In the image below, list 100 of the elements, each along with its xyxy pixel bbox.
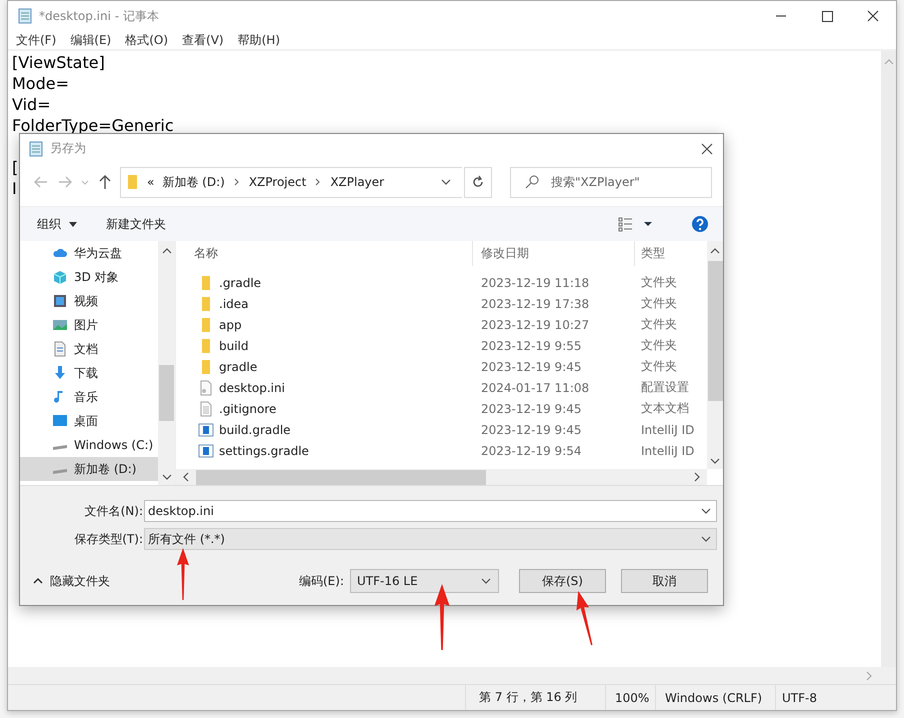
help-icon[interactable] <box>691 215 709 233</box>
scroll-thumb[interactable] <box>708 261 722 401</box>
breadcrumb-item[interactable]: 新加卷 (D:) <box>162 174 225 190</box>
modified-date: 2023-12-19 10:27 <box>480 318 590 332</box>
file-type: IntelliJ ID <box>640 422 696 436</box>
modified-date: 2023-12-19 17:38 <box>480 296 590 310</box>
search-icon <box>524 174 540 190</box>
status-text: UTF-8 <box>781 690 818 706</box>
file-name[interactable]: build.gradle <box>219 422 291 436</box>
chevron-icon <box>232 177 241 187</box>
file-type: IntelliJ ID <box>640 444 696 458</box>
new-folder-button[interactable]: 新建文件夹 <box>106 216 166 232</box>
modified-date: 2024-01-17 11:08 <box>480 380 590 394</box>
drive-icon <box>53 445 67 450</box>
scrollbar[interactable] <box>881 51 896 667</box>
modified-date: 2023-12-19 9:54 <box>480 444 582 458</box>
sidebar-item[interactable]: 图片 <box>20 313 158 337</box>
encoding-dropdown[interactable]: UTF-16 LE <box>350 569 499 593</box>
file-type-dropdown[interactable]: 所有文件 (*.*) <box>144 528 717 550</box>
file-name[interactable]: build <box>219 338 249 352</box>
desktop-icon <box>52 413 68 429</box>
scroll-thumb[interactable] <box>159 365 174 421</box>
cube-icon <box>52 269 68 285</box>
column-header[interactable]: 修改日期 <box>473 241 635 266</box>
breadcrumb-item[interactable]: XZProject <box>248 175 306 189</box>
chevron-up-icon <box>32 576 44 586</box>
file-name[interactable]: app <box>219 318 242 332</box>
file-type: 文本文档 <box>640 400 690 417</box>
modified-date: 2023-12-19 9:45 <box>480 360 582 374</box>
scroll-thumb[interactable] <box>196 470 486 484</box>
gradle-file-icon <box>198 442 214 458</box>
sidebar-item[interactable]: 华为云盘 <box>20 241 158 265</box>
sidebar-item[interactable]: 3D 对象 <box>20 265 158 289</box>
file-name[interactable]: gradle <box>219 360 258 374</box>
hide-folders-button[interactable]: 隐藏文件夹 <box>32 572 110 590</box>
sidebar-item[interactable]: 新加卷 (D:) <box>20 457 158 481</box>
dropdown-icon <box>480 576 492 586</box>
dropdown-icon <box>700 534 712 544</box>
file-name-field[interactable]: desktop.ini <box>144 500 717 522</box>
folder-icon <box>125 173 139 191</box>
notepad-icon <box>28 140 44 156</box>
sidebar-item[interactable]: 桌面 <box>20 409 158 433</box>
file-type: 配置设置 <box>640 379 690 396</box>
save-button[interactable]: 保存(S) <box>519 569 606 593</box>
document-icon <box>52 341 68 357</box>
organize-button[interactable]: 组织 <box>37 216 78 232</box>
cancel-button[interactable]: 取消 <box>621 569 708 593</box>
text-line: [ViewState] <box>12 52 105 73</box>
file-name[interactable]: desktop.ini <box>219 380 285 394</box>
status-text: Windows (CRLF) <box>656 685 776 710</box>
menu-item[interactable]: 格式(O) <box>124 32 170 48</box>
column-header[interactable]: 类型 <box>635 241 707 266</box>
file-name[interactable]: .idea <box>219 296 249 310</box>
menu-item[interactable]: 帮助(H) <box>236 32 281 48</box>
status-text: 第 7 行，第 16 列 <box>466 685 606 710</box>
sidebar-item[interactable]: 下载 <box>20 361 158 385</box>
file-name[interactable]: .gradle <box>219 276 262 290</box>
sidebar-item[interactable]: Windows (C:) <box>20 433 158 457</box>
text-line: Mode= <box>12 73 69 94</box>
chevron-icon <box>314 177 322 187</box>
text-line: FolderType=Generic <box>12 115 174 136</box>
menu-item[interactable]: 文件(F) <box>15 32 58 48</box>
modified-date: 2023-12-19 11:18 <box>480 276 590 290</box>
text-line: Vid= <box>12 94 51 115</box>
text-line: I <box>12 178 17 199</box>
menu-item[interactable]: 编辑(E) <box>69 32 112 48</box>
modified-date: 2023-12-19 9:45 <box>480 402 582 416</box>
download-icon <box>52 365 68 381</box>
film-icon <box>52 293 68 309</box>
modified-date: 2023-12-19 9:55 <box>480 338 582 352</box>
file-type: 文件夹 <box>640 316 678 333</box>
menu-item[interactable]: 查看(V) <box>181 32 225 48</box>
field-label: 文件名(N): <box>84 502 144 520</box>
file-type: 文件夹 <box>640 358 678 375</box>
status-text: 100% <box>606 685 656 710</box>
column-header[interactable]: 名称 <box>179 241 473 266</box>
notepad-icon <box>17 8 33 24</box>
file-name[interactable]: settings.gradle <box>219 444 309 458</box>
file-name[interactable]: .gitignore <box>219 402 276 416</box>
window-title: *desktop.ini - 记事本 <box>39 8 160 24</box>
file-type: 文件夹 <box>640 337 678 354</box>
search-field[interactable]: 搜索"XZPlayer" <box>510 166 712 198</box>
sidebar-item[interactable]: 视频 <box>20 289 158 313</box>
encoding-label: 编码(E): <box>299 572 344 590</box>
file-type: 文件夹 <box>640 295 678 312</box>
address-bar[interactable]: « 新加卷 (D:) XZProject XZPlayer <box>120 166 462 198</box>
file-type: 文件夹 <box>640 274 678 291</box>
field-label: 保存类型(T): <box>73 530 144 548</box>
breadcrumb-item[interactable]: « <box>147 175 154 189</box>
image-icon <box>52 317 68 333</box>
sidebar-item[interactable]: 音乐 <box>20 385 158 409</box>
modified-date: 2023-12-19 9:45 <box>480 422 582 436</box>
sidebar-item[interactable]: 文档 <box>20 337 158 361</box>
dropdown-icon[interactable] <box>440 177 452 187</box>
text-file-icon <box>198 400 214 416</box>
settings-file-icon <box>198 380 214 396</box>
dropdown-icon <box>700 506 712 516</box>
gradle-file-icon <box>198 422 214 438</box>
breadcrumb-item[interactable]: XZPlayer <box>330 175 384 189</box>
scrollbar[interactable] <box>8 667 896 684</box>
